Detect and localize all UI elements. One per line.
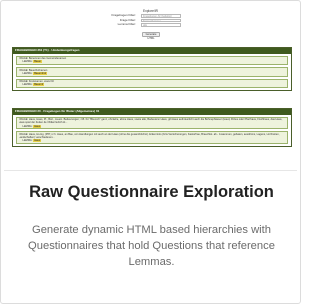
lemma-link[interactable]: Haus (33, 139, 42, 143)
lemma-link[interactable]: Bauernf (33, 83, 45, 87)
questionnaire-box: FRAGEBOGEN 361 (T1) - Umdenkungsfragen F… (12, 47, 292, 92)
lemma-filter-row: Lemma Filter: alle (4, 23, 297, 28)
lemma-line: LEMMA: Bauernf (19, 83, 286, 87)
questionnaire-header: FRAGEBOGEN 361 (T1) - Umdenkungsfragen (13, 48, 291, 54)
lemma-link[interactable]: Haus (33, 124, 42, 128)
project-title: Raw Questionnaire Exploration (29, 183, 274, 201)
lemma-line: LEMMA: Bauer (19, 60, 286, 64)
lemma-label: LEMMA: (22, 60, 33, 64)
frage-filter-input[interactable]: Frage-Nummer (141, 18, 181, 23)
lemma-label: LEMMA: (22, 83, 33, 87)
lemma-link[interactable]: Bauernhof (33, 71, 48, 75)
lemma-line: LEMMA: Bauernhof (19, 71, 286, 75)
fragebogen-filter-input[interactable]: Fragebogen-Nr (beliebig) (141, 14, 181, 18)
project-card[interactable]: Explore/IR Fragebogen Filter: Fragebogen… (0, 0, 301, 304)
lemma-link[interactable]: Bauer (33, 60, 43, 64)
questionnaire-box: FRAGEBOGEN 20 - Fragebogen für Wuter (Al… (12, 108, 292, 148)
lemma-label: LEMMA: (22, 139, 33, 143)
lemma-filter-input[interactable]: alle (141, 23, 181, 27)
generate-html-button[interactable]: Generate HTML (142, 32, 160, 40)
lemma-line: LEMMA: Haus (19, 139, 286, 143)
question-item: FRAGE: Bauerhofnamen LEMMA: Bauernhof (16, 67, 288, 77)
screenshot-thumbnail: Explore/IR Fragebogen Filter: Fragebogen… (4, 4, 297, 171)
lemma-label: LEMMA: (22, 71, 33, 75)
question-item: FRAGE: Haus, Haus, Pl., Bsrt., Lteein. B… (16, 116, 288, 130)
question-item: FRAGE: Kreisnamen, etwa Ort LEMMA: Bauer… (16, 78, 288, 89)
question-item: FRAGE: Benennen des Gemeindenamen LEMMA:… (16, 55, 288, 66)
project-description: Generate dynamic HTML based hierarchies … (28, 224, 275, 268)
lemma-line: LEMMA: Haus (19, 124, 286, 128)
lemma-label: LEMMA: (22, 124, 33, 128)
filter-form: Explore/IR Fragebogen Filter: Fragebogen… (4, 8, 297, 28)
questionnaire-header: FRAGEBOGEN 20 - Fragebogen für Wuter (Al… (13, 109, 291, 115)
lemma-filter-label: Lemma Filter: (117, 22, 136, 27)
question-item: FRAGE: Haus, Hs.Hg. (PPl.) z.h. Haus, an… (16, 131, 288, 145)
